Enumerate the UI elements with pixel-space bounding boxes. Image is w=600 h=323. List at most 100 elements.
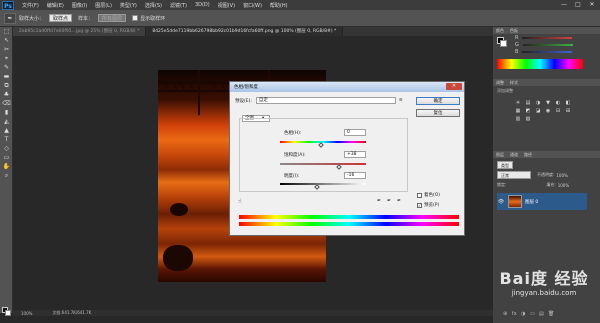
marquee-tool-icon[interactable]: ⬚	[0, 27, 13, 36]
document-tab-active[interactable]: 8425e5dde7119bb626798bb92c01b9d16fcfa60f…	[146, 27, 344, 36]
preset-options-icon[interactable]: ≡	[399, 98, 403, 103]
channel-mixer-icon[interactable]: ◉	[543, 108, 553, 116]
colorize-option[interactable]: 着色(O)	[417, 192, 440, 198]
black-white-icon[interactable]: ◩	[523, 108, 533, 116]
lasso-tool-icon[interactable]: ✂	[0, 45, 13, 54]
clone-tool-icon[interactable]: ⧉	[0, 81, 13, 90]
zoom-level[interactable]: 100%	[21, 311, 32, 316]
eye-icon[interactable]: 👁	[497, 199, 505, 205]
menu-view[interactable]: 视图(V)	[218, 2, 235, 9]
vibrance-icon[interactable]: ◐	[553, 100, 563, 108]
sample-size-select[interactable]: 取样点	[49, 14, 73, 22]
layer-row[interactable]: 👁 图层 0	[497, 193, 587, 210]
opacity-value[interactable]: 100%	[556, 173, 567, 178]
healing-tool-icon[interactable]: ▬	[0, 72, 13, 81]
curves-icon[interactable]: ◑	[533, 100, 543, 108]
menu-select[interactable]: 选择(S)	[145, 2, 162, 9]
history-brush-icon[interactable]: ♣	[0, 90, 13, 99]
invert-icon[interactable]: ⊟	[553, 108, 563, 116]
eyedropper-plus-icon[interactable]: ✒	[387, 198, 391, 204]
tab-layers[interactable]: 图层	[496, 152, 504, 158]
layer-kind-select[interactable]: 类型	[497, 161, 513, 169]
green-slider[interactable]	[522, 43, 573, 46]
sample-size-label: 取样大小：	[19, 15, 45, 22]
new-group-icon[interactable]: ▭	[530, 311, 539, 317]
eyedropper-tool-icon[interactable]: ✎	[0, 63, 13, 72]
menu-type[interactable]: 类型(Y)	[120, 2, 137, 9]
layer-name[interactable]: 图层 0	[525, 199, 538, 205]
blur-tool-icon[interactable]: ◭	[0, 117, 13, 126]
ok-button[interactable]: 确定	[416, 97, 460, 105]
colorize-checkbox[interactable]	[417, 192, 422, 198]
link-layers-icon[interactable]: ⊕	[503, 311, 512, 317]
dodge-tool-icon[interactable]: ▲	[0, 126, 13, 135]
tab-swatches[interactable]: 色板	[510, 28, 518, 34]
red-slider[interactable]	[522, 36, 573, 39]
shape-tool-icon[interactable]: ▭	[0, 153, 13, 162]
dialog-titlebar[interactable]: 色相/饱和度 ✕	[230, 82, 464, 92]
zoom-tool-icon[interactable]: ⌕	[0, 171, 13, 180]
preset-select[interactable]: 自定	[255, 97, 396, 104]
threshold-icon[interactable]: ▥	[513, 116, 523, 124]
menu-filter[interactable]: 滤镜(T)	[170, 2, 187, 9]
sample-select[interactable]: 所有图层	[98, 14, 127, 22]
reset-button[interactable]: 复位	[416, 109, 460, 117]
type-tool-icon[interactable]: T	[0, 135, 13, 144]
color-swatches[interactable]	[497, 37, 507, 47]
menu-3d[interactable]: 3D(D)	[195, 2, 210, 9]
hue-slider[interactable]	[280, 141, 366, 143]
hand-tool-icon[interactable]: ✋	[0, 162, 13, 171]
menu-file[interactable]: 文件(F)	[22, 2, 39, 9]
blue-slider[interactable]	[522, 50, 573, 53]
preview-checkbox[interactable]: ✓	[417, 202, 422, 208]
preview-option[interactable]: ✓ 预览(P)	[417, 202, 439, 208]
hue-input[interactable]: 0	[344, 129, 366, 136]
layer-style-icon[interactable]: fx	[512, 311, 521, 317]
saturation-input[interactable]: +38	[344, 151, 366, 158]
tab-channels[interactable]: 通道	[510, 152, 518, 158]
levels-icon[interactable]: ▤	[523, 100, 533, 108]
move-tool-icon[interactable]: ↖	[0, 36, 13, 45]
eyedropper-minus-icon[interactable]: ✒	[397, 198, 401, 204]
posterize-icon[interactable]: ⊞	[563, 108, 573, 116]
photo-filter-icon[interactable]: ◪	[533, 108, 543, 116]
background-swatch[interactable]	[500, 40, 507, 47]
menu-image[interactable]: 图像(I)	[72, 2, 87, 9]
gradient-map-icon[interactable]: ▧	[523, 116, 533, 124]
delete-layer-icon[interactable]: 🗑	[548, 311, 557, 317]
hue-saturation-icon[interactable]: ◧	[563, 100, 573, 108]
color-spectrum[interactable]	[497, 59, 583, 69]
tab-adjustments[interactable]: 调整	[496, 80, 504, 86]
fill-value[interactable]: 100%	[558, 183, 569, 188]
minimize-icon[interactable]: —	[558, 1, 570, 9]
blend-mode-select[interactable]: 正常	[497, 171, 531, 179]
tab-color[interactable]: 颜色	[496, 28, 504, 34]
show-ring-checkbox[interactable]	[132, 15, 139, 21]
brightness-icon[interactable]: ☀	[513, 100, 523, 108]
maximize-icon[interactable]: □	[572, 1, 584, 9]
color-balance-icon[interactable]: ▦	[513, 108, 523, 116]
pen-tool-icon[interactable]: ◇	[0, 144, 13, 153]
close-icon[interactable]: ✕	[586, 1, 598, 9]
tab-paths[interactable]: 路径	[524, 152, 532, 158]
eyedropper-icon[interactable]: ✒	[377, 198, 381, 204]
eyedropper-icon[interactable]: ✒	[4, 12, 16, 24]
document-tab[interactable]: 2ab95c1ad0ffd7e04f95…jpg @ 25% (图层 0, RG…	[13, 27, 147, 36]
menu-layer[interactable]: 图层(L)	[95, 2, 112, 9]
lightness-slider[interactable]	[280, 183, 366, 185]
crop-tool-icon[interactable]: ⌖	[0, 54, 13, 63]
gradient-tool-icon[interactable]: ▮	[0, 108, 13, 117]
eraser-tool-icon[interactable]: ⌫	[0, 99, 13, 108]
adjustment-layer-icon[interactable]: ◑	[521, 311, 530, 317]
background-color-swatch[interactable]	[5, 310, 11, 316]
dialog-close-icon[interactable]: ✕	[446, 83, 462, 90]
menu-edit[interactable]: 编辑(E)	[47, 2, 64, 9]
targeted-adjust-icon[interactable]: ☝	[238, 198, 242, 205]
new-layer-icon[interactable]: ▤	[539, 311, 548, 317]
menu-window[interactable]: 窗口(W)	[243, 2, 262, 9]
tab-styles[interactable]: 样式	[510, 80, 518, 86]
exposure-icon[interactable]: ▼	[543, 100, 553, 108]
saturation-slider[interactable]	[280, 163, 366, 165]
lightness-input[interactable]: -16	[344, 172, 366, 179]
menu-help[interactable]: 帮助(H)	[270, 2, 288, 9]
